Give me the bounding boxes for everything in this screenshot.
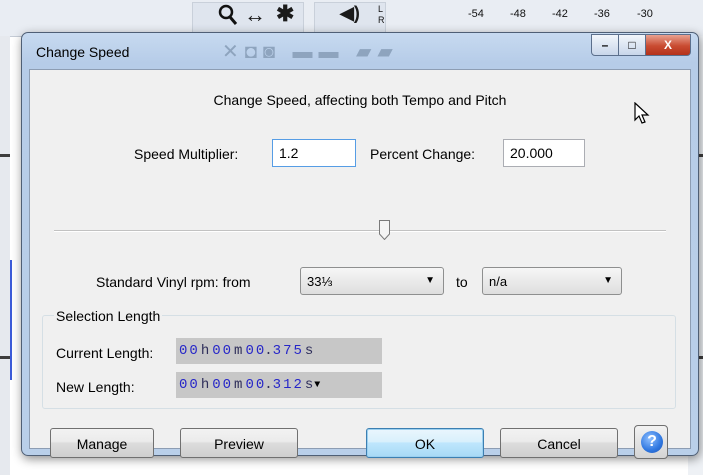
time-unit: h [200, 377, 210, 393]
vinyl-to-select[interactable]: n/a ▼ [482, 267, 622, 295]
time-digit[interactable]: 1 [283, 377, 291, 393]
time-digit[interactable]: 0 [189, 343, 197, 359]
dialog-body: Change Speed, affecting both Tempo and P… [29, 69, 691, 459]
manage-button[interactable]: Manage [50, 428, 154, 458]
title-bar[interactable]: Change Speed ✕◘◙ ▬▬ ▰▰ – □ X [22, 33, 698, 69]
track-left-strip [0, 36, 10, 475]
time-digit[interactable]: 7 [283, 343, 291, 359]
time-digit[interactable]: 0 [245, 377, 253, 393]
time-digit[interactable]: 0 [179, 377, 187, 393]
new-length-label: New Length: [56, 379, 135, 395]
chevron-down-icon: ▼ [603, 275, 613, 286]
right-channel-label: R [378, 15, 385, 25]
time-unit: m [234, 377, 243, 393]
vinyl-to-value: n/a [489, 274, 508, 289]
speed-slider-track[interactable] [54, 230, 666, 232]
minimize-button[interactable]: – [591, 34, 619, 56]
search-icon[interactable] [218, 4, 238, 32]
window-controls: – □ X [591, 34, 691, 56]
time-digit[interactable]: 0 [223, 377, 231, 393]
lr-labels: L R [378, 4, 385, 26]
vinyl-from-select[interactable]: 33⅓ ▼ [300, 267, 444, 295]
meter-tick: -54 [468, 8, 484, 20]
current-length-label: Current Length: [56, 345, 154, 361]
time-digit[interactable]: 0 [223, 343, 231, 359]
time-digit[interactable]: 3 [273, 343, 281, 359]
time-unit: s [304, 377, 314, 393]
time-unit: . [264, 377, 273, 393]
maximize-button[interactable]: □ [619, 34, 646, 56]
ok-button[interactable]: OK [366, 428, 484, 458]
help-button[interactable]: ? [634, 425, 668, 459]
track-waveform [0, 260, 12, 380]
track-border [0, 154, 10, 157]
time-digit[interactable]: 0 [179, 343, 187, 359]
asterisk-icon[interactable]: ✱ [276, 1, 294, 27]
close-button[interactable]: X [646, 34, 691, 56]
speed-multiplier-input[interactable] [272, 139, 356, 167]
help-icon: ? [641, 431, 663, 453]
speed-multiplier-label: Speed Multiplier: [134, 146, 239, 162]
left-channel-label: L [378, 4, 384, 14]
current-length-control[interactable]: 0 0 h 0 0 m 0 0 . 3 7 5 s [176, 338, 382, 364]
speed-slider-thumb[interactable] [379, 220, 391, 240]
time-unit: . [264, 343, 273, 359]
time-digit[interactable]: 5 [293, 343, 301, 359]
speaker-icon[interactable]: ◀) [340, 3, 360, 24]
meter-tick: -36 [594, 8, 610, 20]
preview-button[interactable]: Preview [180, 428, 298, 458]
time-digit[interactable]: 3 [273, 377, 281, 393]
dialog-heading: Change Speed, affecting both Tempo and P… [213, 92, 507, 108]
vinyl-to-label: to [456, 274, 468, 290]
format-dropdown-icon[interactable]: ▼ [314, 380, 320, 391]
time-digit[interactable]: 0 [245, 343, 253, 359]
percent-change-input[interactable] [503, 139, 585, 167]
time-unit: s [304, 343, 314, 359]
percent-change-label: Percent Change: [370, 146, 476, 162]
toolbar-ghost-icons: ✕◘◙ ▬▬ ▰▰ [222, 41, 399, 63]
meter-tick: -48 [510, 8, 526, 20]
arrows-icon[interactable]: ↔ [244, 2, 266, 28]
mouse-cursor-icon [634, 102, 650, 124]
time-unit: m [234, 343, 243, 359]
time-digit[interactable]: 0 [212, 377, 220, 393]
dialog-title: Change Speed [36, 44, 130, 60]
close-icon: X [663, 38, 672, 52]
time-digit[interactable]: 0 [189, 377, 197, 393]
time-digit[interactable]: 0 [212, 343, 220, 359]
time-digit[interactable]: 0 [256, 343, 264, 359]
time-digit[interactable]: 2 [293, 377, 301, 393]
maximize-icon: □ [628, 38, 636, 52]
track-border [0, 356, 10, 359]
time-digit[interactable]: 0 [256, 377, 264, 393]
selection-length-title: Selection Length [54, 308, 163, 324]
vinyl-from-value: 33⅓ [307, 274, 333, 289]
meter-tick: -42 [552, 8, 568, 20]
minimize-icon: – [601, 38, 609, 52]
meter-tick: -30 [637, 8, 653, 20]
time-unit: h [200, 343, 210, 359]
cancel-button[interactable]: Cancel [500, 428, 618, 458]
chevron-down-icon: ▼ [425, 275, 435, 286]
change-speed-dialog: Change Speed ✕◘◙ ▬▬ ▰▰ – □ X Change Spee… [21, 32, 699, 459]
vinyl-rpm-label: Standard Vinyl rpm: from [96, 274, 251, 290]
new-length-control[interactable]: 0 0 h 0 0 m 0 0 . 3 1 2 s ▼ [176, 372, 382, 398]
